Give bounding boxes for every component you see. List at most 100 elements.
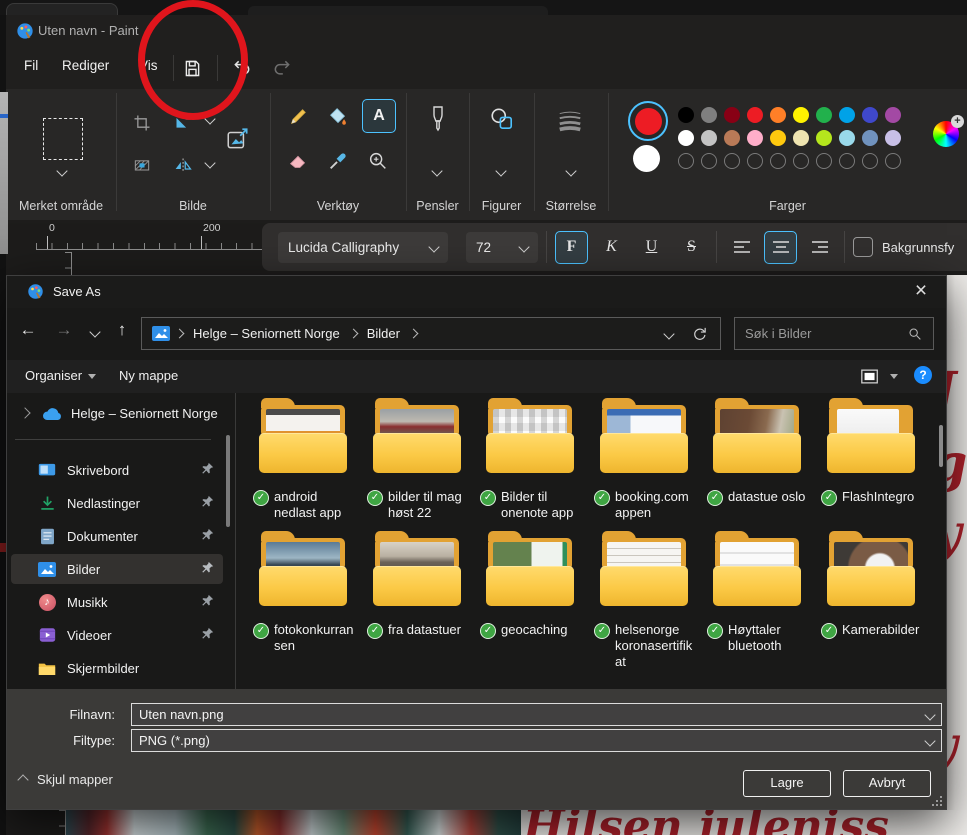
filetype-select[interactable]: PNG (*.png) xyxy=(131,729,942,752)
eyedropper-tool[interactable] xyxy=(324,147,352,175)
underline-button[interactable]: U xyxy=(635,231,668,264)
search-box[interactable]: Søk i Bilder xyxy=(734,317,934,350)
cancel-button[interactable]: Avbryt xyxy=(843,770,931,797)
expand-chevron-icon[interactable] xyxy=(19,407,30,418)
color-wheel-button[interactable]: + xyxy=(933,121,959,147)
palette-swatch[interactable] xyxy=(701,130,717,146)
sidebar-item-nedlastinger[interactable]: Nedlastinger xyxy=(11,488,223,518)
hide-folders-button[interactable]: Skjul mapper xyxy=(19,772,113,787)
color1-selected[interactable] xyxy=(628,101,668,141)
save-confirm-button[interactable]: Lagre xyxy=(743,770,831,797)
folder-tile[interactable]: android nedlast app xyxy=(249,403,361,521)
palette-swatch[interactable] xyxy=(724,107,740,123)
palette-swatch[interactable] xyxy=(885,107,901,123)
palette-swatch-empty[interactable] xyxy=(770,153,786,169)
shapes-button[interactable] xyxy=(488,105,516,133)
magnifier-tool[interactable] xyxy=(364,147,392,175)
chevron-down-icon[interactable] xyxy=(565,165,576,176)
brushes-button[interactable] xyxy=(424,105,452,133)
sidebar-item-dokumenter[interactable]: Dokumenter xyxy=(11,521,223,551)
palette-swatch-empty[interactable] xyxy=(839,153,855,169)
palette-swatch-empty[interactable] xyxy=(862,153,878,169)
up-button[interactable]: ↑ xyxy=(109,320,135,340)
align-center-button[interactable] xyxy=(764,231,797,264)
menu-rediger[interactable]: Rediger xyxy=(62,58,109,73)
folder-tile[interactable]: fra datastuer xyxy=(363,536,475,639)
palette-swatch[interactable] xyxy=(770,107,786,123)
sidebar-scrollbar[interactable] xyxy=(226,435,230,527)
flip-button[interactable] xyxy=(169,151,197,179)
back-button[interactable]: ← xyxy=(15,320,41,340)
folder-tile[interactable]: fotokonkurransen xyxy=(249,536,361,654)
sidebar-item-musikk[interactable]: ♪ Musikk xyxy=(11,587,223,617)
palette-swatch-empty[interactable] xyxy=(724,153,740,169)
background-fill-checkbox[interactable] xyxy=(853,237,873,257)
sidebar-item-skrivebord[interactable]: Skrivebord xyxy=(11,455,223,485)
palette-swatch[interactable] xyxy=(816,130,832,146)
palette-swatch[interactable] xyxy=(678,107,694,123)
palette-swatch[interactable] xyxy=(862,130,878,146)
palette-swatch[interactable] xyxy=(724,130,740,146)
redo-button[interactable] xyxy=(268,54,296,82)
new-folder-button[interactable]: Ny mappe xyxy=(119,368,178,383)
recent-locations-chevron[interactable] xyxy=(89,326,100,337)
palette-swatch-empty[interactable] xyxy=(747,153,763,169)
folder-tile[interactable]: Høyttaler bluetooth xyxy=(703,536,815,654)
breadcrumb-current[interactable]: Bilder xyxy=(367,326,400,341)
palette-swatch[interactable] xyxy=(862,107,878,123)
eraser-tool[interactable] xyxy=(284,147,312,175)
chevron-down-icon[interactable] xyxy=(56,165,67,176)
text-tool[interactable]: A xyxy=(362,99,396,133)
palette-swatch[interactable] xyxy=(839,130,855,146)
palette-swatch[interactable] xyxy=(793,130,809,146)
help-button[interactable]: ? xyxy=(914,366,932,384)
view-mode-button[interactable] xyxy=(860,367,880,386)
align-right-button[interactable] xyxy=(803,231,836,264)
font-family-dropdown[interactable]: Lucida Calligraphy xyxy=(278,232,448,263)
palette-swatch[interactable] xyxy=(793,107,809,123)
refresh-icon[interactable] xyxy=(691,325,708,342)
resize-grip[interactable] xyxy=(932,796,942,806)
font-size-dropdown[interactable]: 72 xyxy=(466,232,538,263)
menu-fil[interactable]: Fil xyxy=(24,58,38,73)
forward-button[interactable]: → xyxy=(51,320,77,340)
crop-button[interactable] xyxy=(128,109,156,137)
palette-swatch[interactable] xyxy=(839,107,855,123)
folder-tile[interactable]: booking.com appen xyxy=(590,403,702,521)
palette-swatch[interactable] xyxy=(678,130,694,146)
resize-image-button[interactable] xyxy=(224,125,252,153)
folder-tile[interactable]: Kamerabilder xyxy=(817,536,929,639)
filename-input[interactable]: Uten navn.png xyxy=(131,703,942,726)
strikethrough-button[interactable]: S xyxy=(675,231,708,264)
palette-swatch-empty[interactable] xyxy=(701,153,717,169)
palette-swatch[interactable] xyxy=(747,107,763,123)
chevron-down-icon[interactable] xyxy=(204,157,215,168)
folder-tile[interactable]: helsenorge koronasertifikat xyxy=(590,536,702,670)
pencil-tool[interactable] xyxy=(284,103,312,131)
color2-swatch[interactable] xyxy=(633,145,660,172)
selection-tool[interactable] xyxy=(43,118,83,160)
palette-swatch-empty[interactable] xyxy=(885,153,901,169)
organise-menu[interactable]: Organiser xyxy=(25,368,96,383)
sidebar-item-bilder[interactable]: Bilder xyxy=(11,554,223,584)
address-dropdown-chevron[interactable] xyxy=(663,328,674,339)
folder-tile[interactable]: geocaching xyxy=(476,536,588,639)
sidebar-item-skjermbilder[interactable]: Skjermbilder xyxy=(11,653,223,683)
folder-tile[interactable]: datastue oslo xyxy=(703,403,815,506)
size-button[interactable] xyxy=(556,107,584,135)
palette-swatch-empty[interactable] xyxy=(793,153,809,169)
align-left-button[interactable] xyxy=(725,231,758,264)
palette-swatch[interactable] xyxy=(770,130,786,146)
folder-tile[interactable]: FlashIntegro xyxy=(817,403,929,506)
fill-tool[interactable] xyxy=(324,103,352,131)
breadcrumb-root[interactable]: Helge – Seniornett Norge xyxy=(193,326,340,341)
file-grid-scrollbar[interactable] xyxy=(939,425,943,467)
italic-button[interactable]: K xyxy=(595,231,628,264)
chevron-down-icon[interactable] xyxy=(495,165,506,176)
close-button[interactable]: × xyxy=(906,278,936,306)
palette-swatch[interactable] xyxy=(701,107,717,123)
chevron-down-icon[interactable] xyxy=(431,165,442,176)
view-mode-chevron[interactable] xyxy=(890,374,898,379)
sidebar-item-onedrive[interactable]: Helge – Seniornett Norge xyxy=(13,399,227,427)
palette-swatch[interactable] xyxy=(747,130,763,146)
